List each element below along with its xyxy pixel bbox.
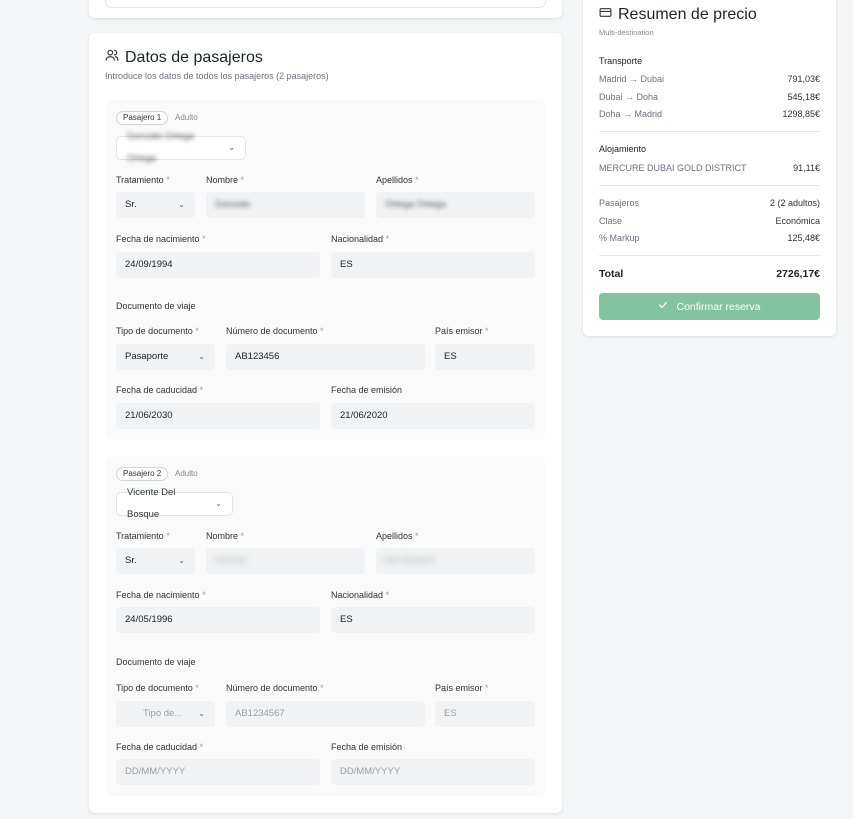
passenger-2-first-name-label: Nombre * [206, 531, 245, 541]
passenger-1-last-name-label: Apellidos * [376, 175, 419, 185]
passenger-2-type: Adulto [175, 469, 198, 478]
passenger-2-issue-date-input[interactable]: DD/MM/YYYY [331, 759, 535, 785]
passenger-2-treatment-select[interactable]: Sr. ⌄ [116, 548, 195, 574]
passenger-2-last-name-label: Apellidos * [376, 531, 419, 541]
passenger-2-nationality-input[interactable]: ES [331, 607, 535, 633]
price-summary-title-text: Resumen de precio [618, 6, 757, 23]
transport-price: 1298,85€ [782, 109, 820, 119]
passenger-2-travel-document-heading: Documento de viaje [116, 657, 196, 667]
passenger-1-first-name-label: Nombre * [206, 175, 245, 185]
divider [599, 255, 820, 256]
previous-section-field [105, 0, 546, 8]
passenger-2-issuing-country-input[interactable]: ES [435, 701, 535, 727]
passenger-1-doc-number-label: Número de documento * [226, 326, 324, 336]
confirm-booking-label: Confirmar reserva [676, 300, 761, 313]
detail-row-passengers: Pasajeros 2 (2 adultos) [599, 198, 820, 208]
transport-row: Doha → Madrid 1298,85€ [599, 109, 820, 119]
transport-route: Doha → Madrid [599, 109, 663, 119]
passengers-title-text: Datos de pasajeros [125, 48, 263, 66]
passenger-1-expiry-date-label: Fecha de caducidad * [116, 385, 204, 395]
passenger-1-travel-document-heading: Documento de viaje [116, 301, 196, 311]
confirm-booking-button[interactable]: Confirmar reserva [599, 293, 820, 320]
lodging-name: MERCURE DUBAI GOLD DISTRICT [599, 163, 747, 173]
passenger-2-doc-number-input[interactable]: AB1234567 [226, 701, 425, 727]
passenger-2-issuing-country-label: País emisor * [435, 683, 489, 693]
previous-section-card [89, 0, 562, 18]
transport-price: 791,03€ [787, 74, 820, 84]
passenger-1-doc-number-input[interactable]: AB123456 [226, 344, 425, 370]
chevron-down-icon: ⌄ [178, 556, 185, 565]
passenger-1-traveler-name: Gonzalo Ortega Ortega [127, 131, 195, 164]
passenger-1-expiry-date-input[interactable]: 21/06/2030 [116, 403, 320, 429]
transport-row: Dubai → Doha 545,18€ [599, 92, 820, 102]
chevron-down-icon: ⌄ [198, 352, 205, 361]
lodging-heading: Alojamiento [599, 144, 647, 154]
passenger-2-traveler-name: Vicente Del Bosque [127, 487, 176, 520]
passenger-1-issuing-country-label: País emisor * [435, 326, 489, 336]
passenger-1-nationality-input[interactable]: ES [331, 252, 535, 278]
passenger-1-type: Adulto [175, 113, 198, 122]
passenger-2-birth-date-input[interactable]: 24/05/1996 [116, 607, 320, 633]
passenger-2-badge: Pasajero 2 [116, 467, 169, 481]
passenger-1-last-name-input[interactable]: Ortega Ortega [376, 192, 535, 218]
chevron-down-icon: ⌄ [228, 143, 235, 152]
passenger-1-birth-date-label: Fecha de nacimiento * [116, 234, 206, 244]
passenger-1-badge: Pasajero 1 [116, 111, 169, 125]
check-icon [658, 300, 668, 313]
passenger-2-issue-date-label: Fecha de emisión [331, 742, 403, 752]
passenger-2-birth-date-label: Fecha de nacimiento * [116, 590, 206, 600]
divider [599, 131, 820, 132]
passenger-2-first-name-input[interactable]: Vicente [206, 548, 365, 574]
passenger-1-first-name-input[interactable]: Gonzalo [206, 192, 365, 218]
passenger-2-nationality-label: Nacionalidad * [331, 590, 390, 600]
transport-route: Madrid → Dubai [599, 74, 665, 84]
chevron-down-icon: ⌄ [215, 499, 222, 508]
passenger-2-traveler-select[interactable]: Vicente Del Bosque ⌄ [116, 487, 233, 520]
passenger-2-last-name-input[interactable]: Del Bosque [376, 548, 535, 574]
passenger-1-doc-type-label: Tipo de documento * [116, 326, 199, 336]
users-icon [105, 48, 119, 67]
passenger-1-treatment-label: Tratamiento * [116, 175, 170, 185]
passenger-2-expiry-date-input[interactable]: DD/MM/YYYY [116, 759, 320, 785]
passenger-1-issuing-country-input[interactable]: ES [435, 344, 535, 370]
passenger-1-treatment-select[interactable]: Sr. ⌄ [116, 192, 195, 218]
passenger-1-doc-type-select[interactable]: Pasaporte ⌄ [116, 344, 215, 370]
lodging-row: MERCURE DUBAI GOLD DISTRICT 91,11€ [599, 163, 820, 173]
passenger-1-nationality-label: Nacionalidad * [331, 234, 390, 244]
passenger-2-treatment-label: Tratamiento * [116, 531, 170, 541]
passengers-section-title: Datos de pasajeros [105, 48, 263, 67]
detail-row-class: Clase Económica [599, 216, 820, 226]
divider [599, 185, 820, 186]
chevron-down-icon: ⌄ [178, 200, 185, 209]
transport-heading: Transporte [599, 56, 643, 66]
total-row: Total 2726,17€ [599, 268, 820, 280]
total-value: 2726,17€ [776, 268, 820, 280]
price-summary-subtitle: Multi-destination [599, 28, 654, 37]
passengers-section-subtitle: Introduce los datos de todos los pasajer… [105, 71, 329, 81]
chevron-down-icon: ⌄ [198, 709, 205, 718]
transport-row: Madrid → Dubai 791,03€ [599, 74, 820, 84]
passenger-1-issue-date-input[interactable]: 21/06/2020 [331, 403, 535, 429]
passenger-2-doc-number-label: Número de documento * [226, 683, 324, 693]
credit-card-icon [599, 6, 612, 24]
passenger-1-birth-date-input[interactable]: 24/09/1994 [116, 252, 320, 278]
passenger-2-expiry-date-label: Fecha de caducidad * [116, 742, 204, 752]
lodging-price: 91,11€ [793, 163, 820, 173]
detail-row-markup: % Markup 125,48€ [599, 233, 820, 243]
transport-price: 545,18€ [787, 92, 820, 102]
passenger-1-issue-date-label: Fecha de emisión [331, 385, 403, 395]
passenger-1-traveler-select[interactable]: Gonzalo Ortega Ortega ⌄ [116, 131, 246, 164]
transport-route: Dubai → Doha [599, 92, 659, 102]
price-summary-title: Resumen de precio [599, 6, 757, 24]
total-label: Total [599, 268, 624, 280]
passenger-2-doc-type-select[interactable]: Tipo de... ⌄ [116, 701, 215, 727]
passenger-2-doc-type-label: Tipo de documento * [116, 683, 199, 693]
